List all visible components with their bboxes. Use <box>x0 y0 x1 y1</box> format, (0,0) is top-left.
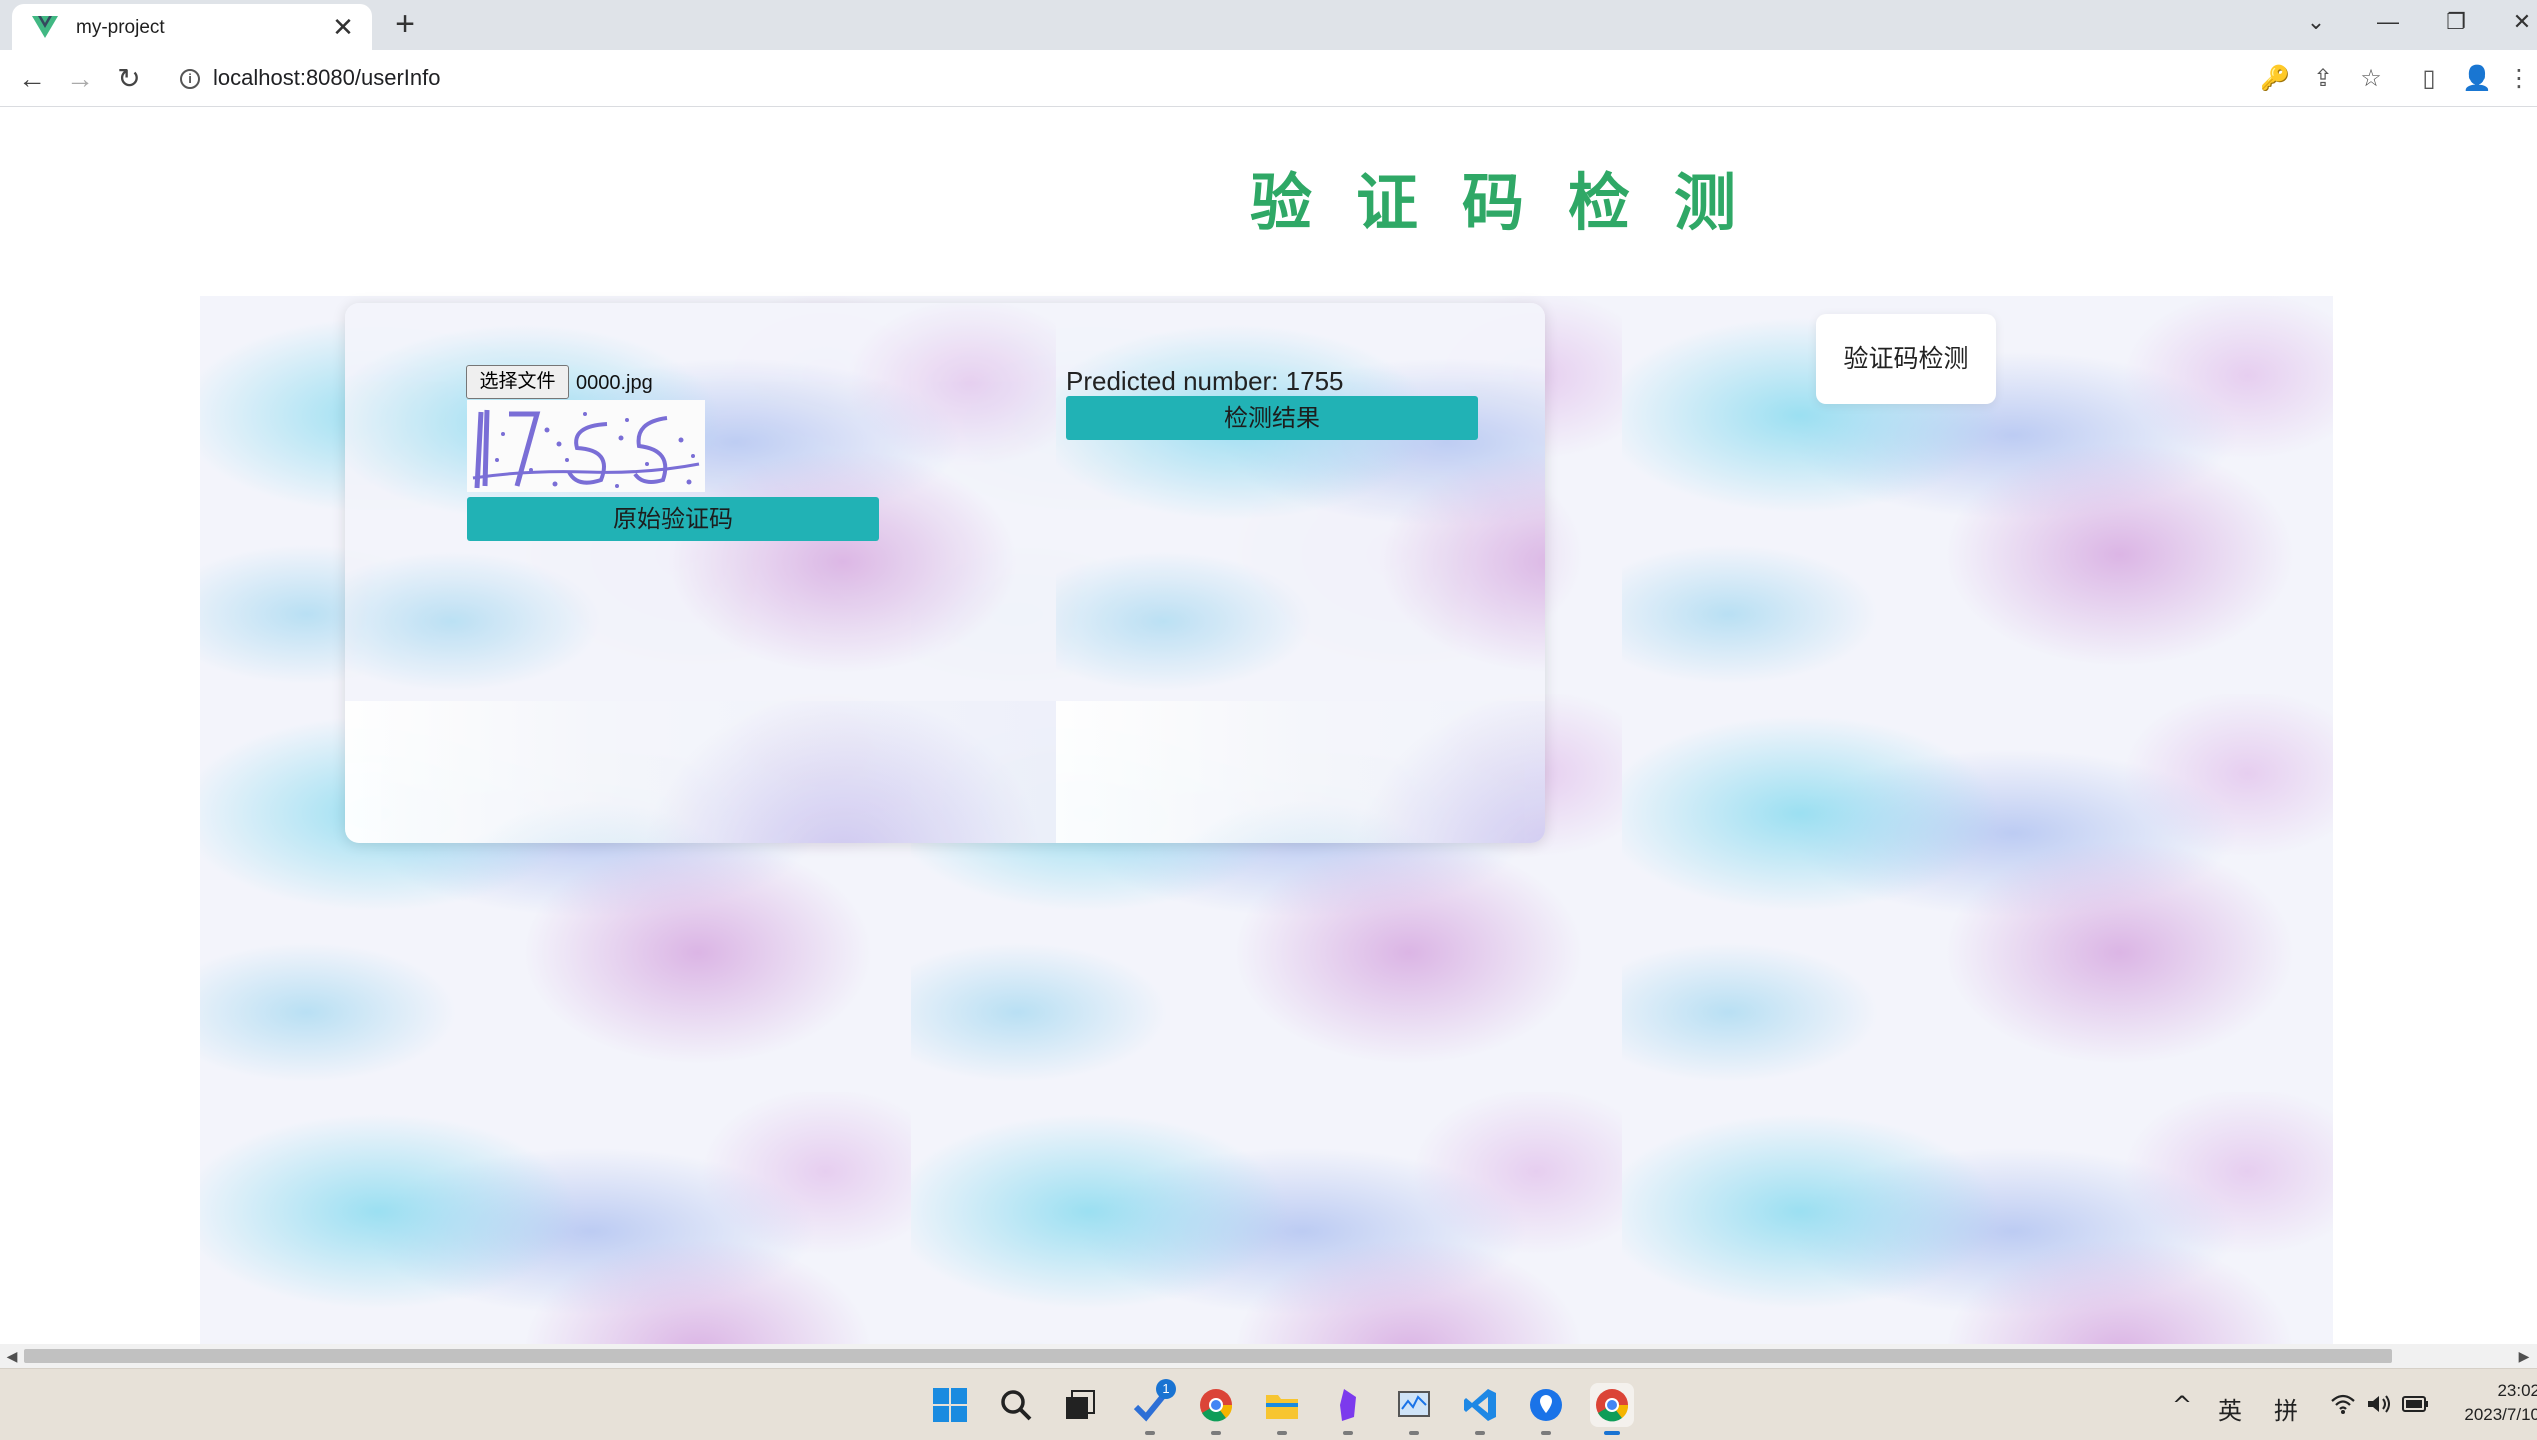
volume-icon[interactable] <box>2366 1393 2392 1415</box>
input-language-indicator[interactable]: 英 <box>2218 1391 2242 1426</box>
chrome-icon[interactable] <box>1194 1383 1238 1435</box>
selected-file-name: 0000.jpg <box>576 372 653 394</box>
horizontal-scrollbar[interactable]: ◀ ▶ <box>0 1344 2537 1368</box>
vscode-icon[interactable] <box>1458 1383 1502 1435</box>
minimize-icon[interactable]: — <box>2358 4 2418 40</box>
new-tab-button[interactable]: + <box>388 7 422 42</box>
task-view-icon[interactable] <box>1058 1383 1102 1427</box>
tab-close-icon[interactable]: ✕ <box>328 12 358 42</box>
scroll-left-icon[interactable]: ◀ <box>2 1346 22 1366</box>
todo-badge: 1 <box>1156 1379 1176 1399</box>
system-clock[interactable]: 23:02 2023/7/10 <box>2440 1379 2537 1427</box>
share-icon[interactable]: ⇪ <box>2306 62 2340 96</box>
predicted-number-text: Predicted number: 1755 <box>1066 366 1344 396</box>
side-panel-icon[interactable]: ▯ <box>2412 62 2446 96</box>
chrome-active-icon[interactable] <box>1590 1383 1634 1435</box>
reload-icon[interactable]: ↻ <box>110 60 148 98</box>
battery-icon[interactable] <box>2402 1395 2430 1413</box>
original-captcha-button[interactable]: 原始验证码 <box>467 497 879 541</box>
ime-indicator[interactable]: 拼 <box>2274 1391 2298 1426</box>
windows-taskbar: 1 ^ 英 拼 23:02 2023/7/10 <box>0 1368 2537 1440</box>
address-bar[interactable] <box>164 57 2537 101</box>
tab-strip: my-project ✕ + ⌄ — ❐ ✕ <box>0 0 2537 50</box>
scrollbar-thumb[interactable] <box>24 1349 2392 1363</box>
bookmark-star-icon[interactable]: ☆ <box>2354 62 2388 96</box>
browser-tab[interactable]: my-project ✕ <box>12 4 372 50</box>
file-explorer-icon[interactable] <box>1260 1383 1304 1435</box>
search-icon[interactable] <box>994 1383 1038 1427</box>
browser-toolbar: ← → ↻ i localhost:8080/userInfo 🔑 ⇪ ☆ ▯ … <box>0 50 2537 107</box>
resource-monitor-icon[interactable] <box>1392 1383 1436 1435</box>
page-title: 验证码检测 <box>1250 166 1781 239</box>
tab-search-dropdown-icon[interactable]: ⌄ <box>2286 4 2346 40</box>
side-menu-captcha-detection[interactable]: 验证码检测 <box>1816 314 1996 404</box>
clock-time: 23:02 <box>2497 1381 2537 1400</box>
window-close-icon[interactable]: ✕ <box>2492 4 2537 40</box>
todo-icon[interactable]: 1 <box>1128 1379 1176 1435</box>
url-text[interactable]: localhost:8080/userInfo <box>213 65 441 91</box>
obsidian-icon[interactable] <box>1326 1383 1370 1435</box>
detection-result-button[interactable]: 检测结果 <box>1066 396 1478 440</box>
captcha-image <box>467 400 705 492</box>
profile-icon[interactable]: 👤 <box>2460 62 2494 96</box>
back-icon[interactable]: ← <box>13 60 51 98</box>
tray-chevron-icon[interactable]: ^ <box>2172 1391 2192 1419</box>
tab-title: my-project <box>76 17 165 38</box>
windows-start-icon[interactable] <box>928 1383 972 1427</box>
chrome-menu-icon[interactable]: ⋮ <box>2506 62 2532 96</box>
wifi-icon[interactable] <box>2330 1393 2356 1415</box>
maps-icon[interactable] <box>1524 1383 1568 1435</box>
key-icon[interactable]: 🔑 <box>2258 62 2292 96</box>
choose-file-button[interactable]: 选择文件 <box>466 365 569 399</box>
scroll-right-icon[interactable]: ▶ <box>2514 1346 2534 1366</box>
clock-date: 2023/7/10 <box>2464 1405 2537 1424</box>
restore-icon[interactable]: ❐ <box>2426 4 2486 40</box>
site-info-icon[interactable]: i <box>180 69 200 89</box>
vue-logo-icon <box>32 16 58 38</box>
forward-icon[interactable]: → <box>61 60 99 98</box>
